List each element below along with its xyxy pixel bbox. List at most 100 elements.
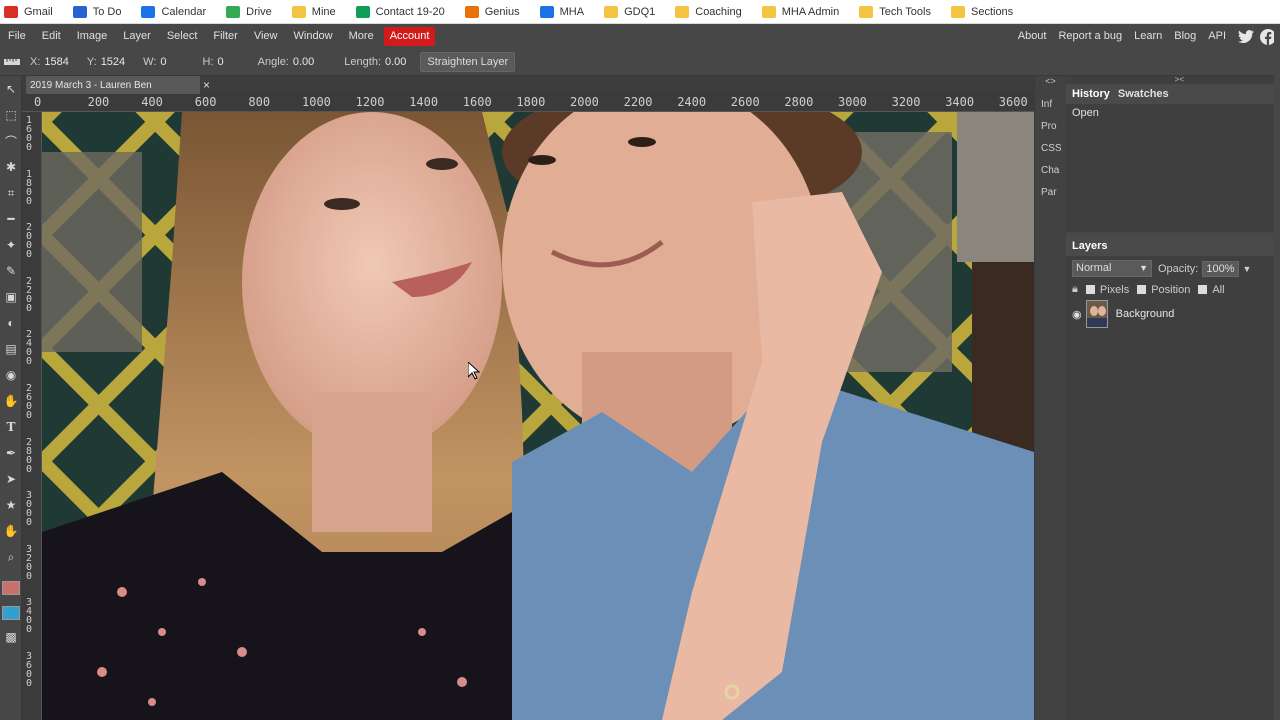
eraser-tool-icon[interactable]: ◐ — [0, 310, 22, 336]
bookmark-8[interactable]: GDQ1 — [604, 5, 655, 18]
bookmark-1[interactable]: To Do — [72, 5, 121, 18]
lock-icon: 🔒︎ — [1072, 283, 1078, 295]
stamp-tool-icon[interactable]: ▣ — [0, 284, 22, 310]
folder-icon — [859, 5, 874, 18]
ruler-tick-label: 2000 — [570, 95, 599, 109]
brush-tool-icon[interactable]: ✎ — [0, 258, 22, 284]
menu-file[interactable]: File — [0, 24, 34, 49]
bookmark-10[interactable]: MHA Admin — [761, 5, 839, 18]
bookmark-6[interactable]: Genius — [464, 5, 520, 18]
collapsed-panel-cha[interactable]: Cha — [1035, 160, 1066, 182]
menu-layer[interactable]: Layer — [115, 24, 159, 49]
menu-window[interactable]: Window — [286, 24, 341, 49]
ruler-tick-label: 2800 — [26, 436, 33, 475]
bookmark-0[interactable]: Gmail — [4, 5, 53, 18]
bookmark-3[interactable]: Drive — [226, 5, 272, 18]
blur-tool-icon[interactable]: ◉ — [0, 362, 22, 388]
menu-bar: File Edit Image Layer Select Filter View Window… — [0, 24, 1280, 49]
ruler-tick-label: 1600 — [462, 95, 492, 109]
menu-view[interactable]: View — [246, 24, 286, 49]
ruler-vertical: 1600 1800 2000 2200 2400 2600 2800 3000 3200 3400… — [22, 112, 42, 720]
eye-icon[interactable]: ◉ — [1072, 308, 1082, 321]
marquee-tool-icon[interactable]: ⬚ — [0, 102, 22, 128]
gradient-tool-icon[interactable]: ▤ — [0, 336, 22, 362]
account-button[interactable]: Account — [383, 27, 436, 46]
lock-all-checkbox[interactable] — [1198, 285, 1208, 294]
w-value: 0 — [160, 56, 167, 68]
straighten-layer-button[interactable]: Straighten Layer — [420, 52, 516, 72]
mha-icon — [539, 5, 554, 18]
bookmark-11[interactable]: Tech Tools — [859, 5, 931, 18]
collapsed-panel-par[interactable]: Par — [1035, 182, 1066, 204]
document-tab-title: 2019 March 3 - Lauren Ben — [30, 79, 152, 91]
lock-position-label: Position — [1151, 283, 1191, 296]
zoom-tool-icon[interactable]: ⌕ — [0, 544, 22, 570]
menu-right-about[interactable]: About — [1012, 24, 1053, 49]
menu-select[interactable]: Select — [159, 24, 206, 49]
twitter-icon[interactable] — [1238, 29, 1254, 44]
opacity-dropdown-icon[interactable]: ▼ — [1243, 264, 1252, 274]
menu-right-report-a-bug[interactable]: Report a bug — [1052, 24, 1128, 49]
shape-tool-icon[interactable]: ★ — [0, 492, 22, 518]
foreground-color-swatch[interactable] — [2, 581, 20, 595]
lock-pixels-checkbox[interactable] — [1085, 285, 1095, 294]
tool-options-bar: X: 1584 Y: 1524 W: 0 H: 0 Angle: 0.00 Length:… — [0, 49, 1280, 76]
folder-icon — [291, 5, 306, 18]
document-tab[interactable]: 2019 March 3 - Lauren Ben × — [26, 76, 210, 94]
opacity-input[interactable]: 100% — [1202, 260, 1239, 277]
y-value: 1524 — [100, 56, 126, 68]
pen-tool-icon[interactable]: ✒ — [0, 440, 22, 466]
bookmark-12[interactable]: Sections — [950, 5, 1013, 18]
lock-all-label: All — [1212, 283, 1225, 296]
menu-image[interactable]: Image — [69, 24, 116, 49]
healing-brush-icon[interactable]: ✦ — [0, 232, 22, 258]
ruler-tick-label: 2800 — [784, 95, 814, 109]
tab-history[interactable]: History — [1072, 88, 1110, 100]
hand-tool-icon[interactable]: ✋ — [0, 518, 22, 544]
ruler-tick-label: 3600 — [998, 95, 1028, 109]
expand-icon[interactable]: <> — [1035, 76, 1066, 94]
collapsed-panel-inf[interactable]: Inf — [1035, 94, 1066, 116]
blend-mode-select[interactable]: Normal ▼ — [1072, 260, 1152, 277]
length-value: 0.00 — [385, 56, 407, 68]
magic-wand-icon[interactable]: ✱ — [0, 154, 22, 180]
menu-right-learn[interactable]: Learn — [1128, 24, 1168, 49]
tab-swatches[interactable]: Swatches — [1118, 88, 1169, 100]
close-icon[interactable]: × — [203, 78, 210, 92]
layer-row[interactable]: ◉ Background — [1066, 298, 1274, 330]
menu-filter[interactable]: Filter — [205, 24, 245, 49]
ruler-tick-label: 3600 — [26, 651, 33, 689]
text-tool-icon[interactable]: T — [0, 414, 22, 440]
blend-mode-value: Normal — [1076, 262, 1112, 274]
bookmark-label: MHA — [559, 5, 585, 18]
panel-collapse-icon[interactable]: >< — [1066, 76, 1274, 84]
menu-right-blog[interactable]: Blog — [1168, 24, 1202, 49]
ruler-tick-label: 0 — [34, 95, 42, 109]
collapsed-panel-css[interactable]: CSS — [1035, 138, 1066, 160]
history-item[interactable]: Open — [1066, 104, 1274, 122]
move-tool-icon[interactable]: ↖ — [0, 76, 22, 102]
path-select-icon[interactable]: ➤ — [0, 466, 22, 492]
menu-edit[interactable]: Edit — [34, 24, 69, 49]
menu-right-api[interactable]: API — [1202, 24, 1232, 49]
page-scrollbar[interactable] — [1274, 24, 1280, 720]
smudge-tool-icon[interactable]: ✋ — [0, 388, 22, 414]
menu-more[interactable]: More — [341, 24, 382, 49]
bookmark-4[interactable]: Mine — [291, 5, 336, 18]
ruler-icon[interactable]: ━ — [0, 206, 22, 232]
quick-mask-icon[interactable]: ▩ — [0, 624, 22, 650]
collapsed-panel-pro[interactable]: Pro — [1035, 116, 1066, 138]
crop-tool-icon[interactable]: ⌗ — [0, 180, 22, 206]
calendar-icon — [141, 5, 156, 18]
background-color-swatch[interactable] — [2, 606, 20, 620]
bookmark-7[interactable]: MHA — [539, 5, 585, 18]
bookmark-5[interactable]: Contact 19-20 — [355, 5, 445, 18]
lasso-tool-icon[interactable]: ⌒ — [0, 128, 22, 154]
lock-position-checkbox[interactable] — [1137, 285, 1147, 294]
ruler-tick-label: 2400 — [677, 95, 707, 109]
image-canvas[interactable] — [42, 112, 1034, 720]
bookmark-2[interactable]: Calendar — [141, 5, 206, 18]
sheets-icon — [355, 5, 370, 18]
folder-icon — [604, 5, 619, 18]
bookmark-9[interactable]: Coaching — [675, 5, 742, 18]
